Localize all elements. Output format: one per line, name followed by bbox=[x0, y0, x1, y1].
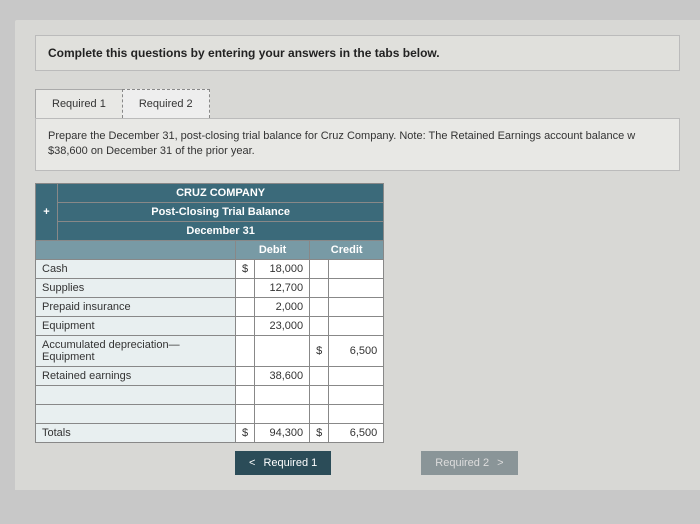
debit-symbol: $ bbox=[236, 259, 255, 278]
table-row[interactable]: Supplies 12,700 bbox=[36, 278, 384, 297]
tab-required-2[interactable]: Required 2 bbox=[122, 89, 210, 118]
table-row[interactable]: Cash $ 18,000 bbox=[36, 259, 384, 278]
debit-amount[interactable] bbox=[255, 335, 310, 366]
credit-amount[interactable] bbox=[329, 297, 384, 316]
account-cell[interactable] bbox=[36, 404, 236, 423]
account-cell[interactable]: Prepaid insurance bbox=[36, 297, 236, 316]
credit-amount[interactable]: 6,500 bbox=[329, 335, 384, 366]
next-button[interactable]: Required 2 > bbox=[421, 451, 517, 475]
prev-label: Required 1 bbox=[263, 457, 317, 469]
credit-amount[interactable] bbox=[329, 404, 384, 423]
credit-amount[interactable] bbox=[329, 278, 384, 297]
account-cell[interactable]: Cash bbox=[36, 259, 236, 278]
account-cell[interactable]: Accumulated depreciation—Equipment bbox=[36, 335, 236, 366]
credit-amount[interactable] bbox=[329, 385, 384, 404]
totals-row: Totals $ 94,300 $ 6,500 bbox=[36, 423, 384, 442]
credit-amount[interactable] bbox=[329, 316, 384, 335]
table-row[interactable] bbox=[36, 385, 384, 404]
chevron-left-icon: < bbox=[249, 457, 255, 469]
account-cell[interactable]: Retained earnings bbox=[36, 366, 236, 385]
debit-amount[interactable]: 12,700 bbox=[255, 278, 310, 297]
statement-date: December 31 bbox=[58, 221, 384, 240]
credit-symbol: $ bbox=[310, 335, 329, 366]
table-row[interactable] bbox=[36, 404, 384, 423]
company-name: CRUZ COMPANY bbox=[58, 183, 384, 202]
debit-amount[interactable]: 38,600 bbox=[255, 366, 310, 385]
tab-row: Required 1 Required 2 bbox=[35, 89, 680, 118]
plus-icon: + bbox=[43, 206, 49, 218]
account-cell[interactable] bbox=[36, 385, 236, 404]
debit-column-header: Debit bbox=[236, 240, 310, 259]
chevron-right-icon: > bbox=[497, 457, 503, 469]
statement-title: Post-Closing Trial Balance bbox=[58, 202, 384, 221]
next-label: Required 2 bbox=[435, 457, 489, 469]
credit-amount[interactable] bbox=[329, 259, 384, 278]
account-cell[interactable]: Supplies bbox=[36, 278, 236, 297]
debit-amount[interactable]: 2,000 bbox=[255, 297, 310, 316]
instruction-text: Complete this questions by entering your… bbox=[35, 35, 680, 71]
totals-label: Totals bbox=[36, 423, 236, 442]
question-prompt: Prepare the December 31, post-closing tr… bbox=[35, 118, 680, 171]
tab-required-1[interactable]: Required 1 bbox=[35, 89, 123, 118]
totals-debit: 94,300 bbox=[255, 423, 310, 442]
debit-amount[interactable]: 18,000 bbox=[255, 259, 310, 278]
add-row-button[interactable]: + bbox=[36, 183, 58, 240]
debit-amount[interactable] bbox=[255, 385, 310, 404]
totals-debit-symbol: $ bbox=[236, 423, 255, 442]
account-column-header bbox=[36, 240, 236, 259]
table-row[interactable]: Equipment 23,000 bbox=[36, 316, 384, 335]
trial-balance-table: + CRUZ COMPANY Post-Closing Trial Balanc… bbox=[35, 183, 384, 443]
prev-button[interactable]: < Required 1 bbox=[235, 451, 331, 475]
credit-column-header: Credit bbox=[310, 240, 384, 259]
table-row[interactable]: Retained earnings 38,600 bbox=[36, 366, 384, 385]
credit-symbol bbox=[310, 259, 329, 278]
totals-credit-symbol: $ bbox=[310, 423, 329, 442]
debit-amount[interactable]: 23,000 bbox=[255, 316, 310, 335]
totals-credit: 6,500 bbox=[329, 423, 384, 442]
table-row[interactable]: Prepaid insurance 2,000 bbox=[36, 297, 384, 316]
debit-amount[interactable] bbox=[255, 404, 310, 423]
table-row[interactable]: Accumulated depreciation—Equipment $ 6,5… bbox=[36, 335, 384, 366]
account-cell[interactable]: Equipment bbox=[36, 316, 236, 335]
credit-amount[interactable] bbox=[329, 366, 384, 385]
